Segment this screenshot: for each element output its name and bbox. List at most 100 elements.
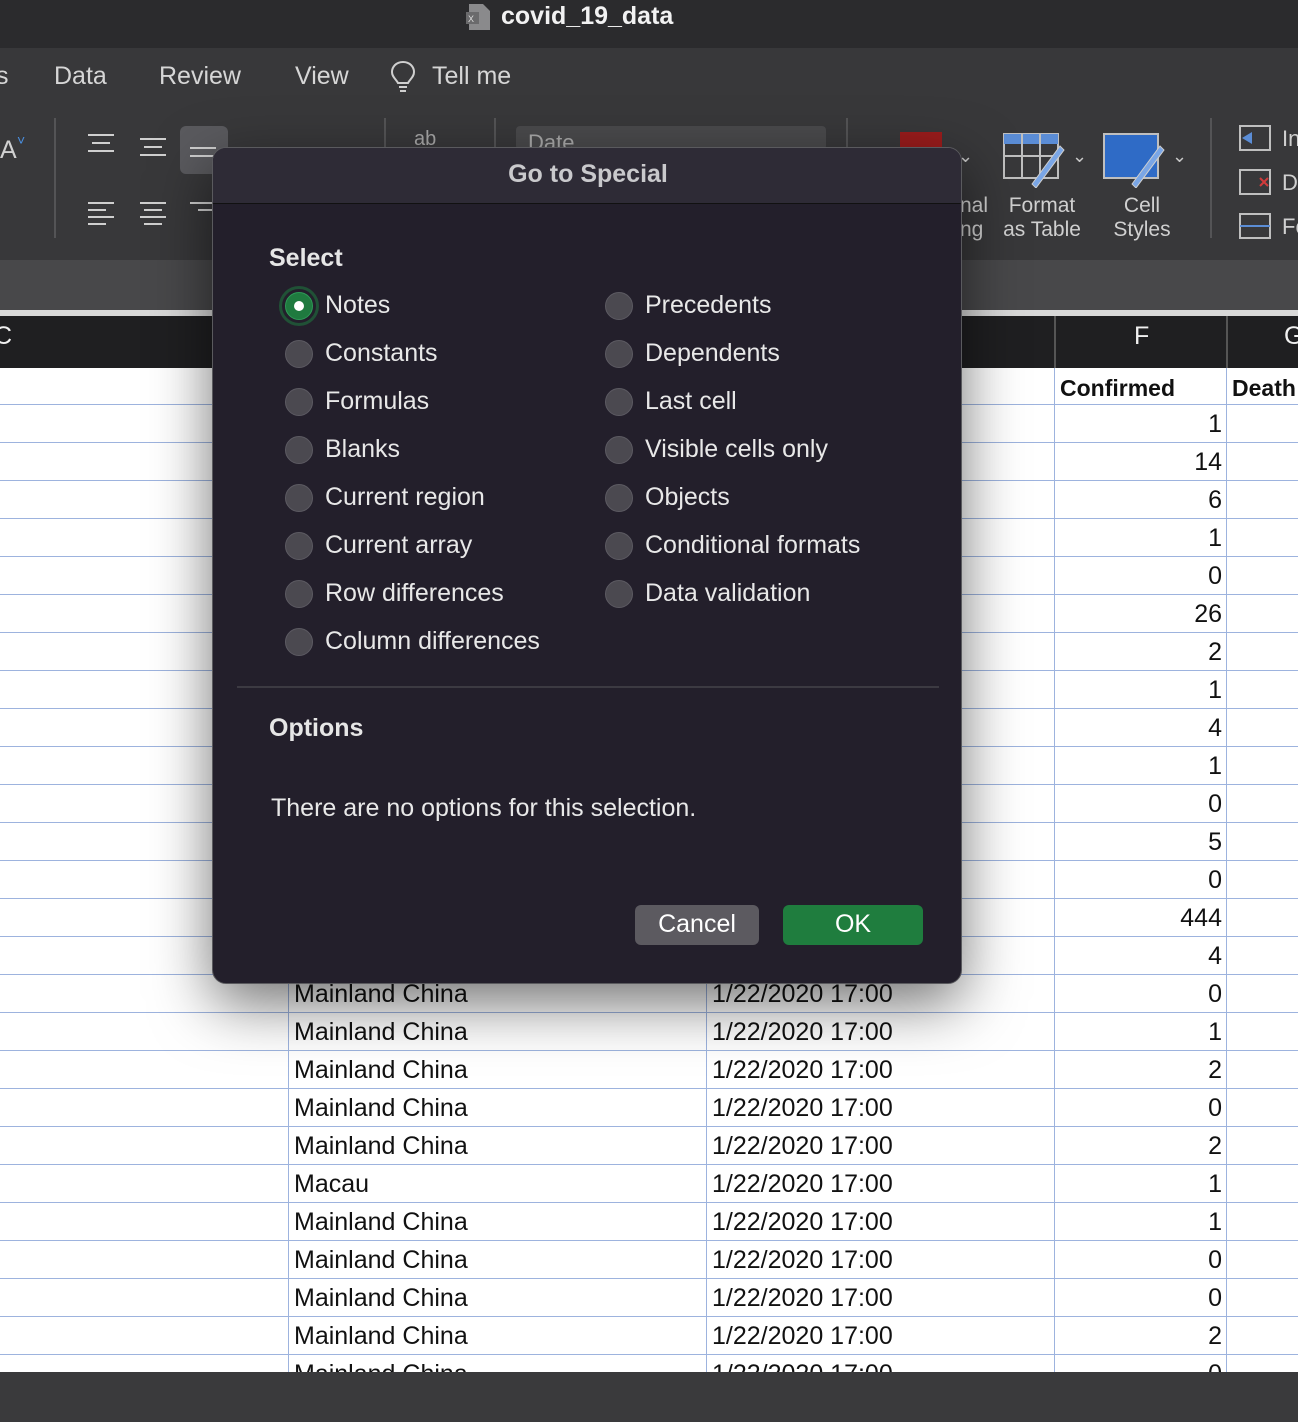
option-label-row-differences[interactable]: Row differences [325,579,504,608]
cell-country[interactable]: Mainland China [294,1208,468,1237]
cell-country[interactable]: Mainland China [294,1284,468,1313]
option-label-visible-cells-only[interactable]: Visible cells only [645,435,828,464]
cell-confirmed[interactable]: 1 [1058,410,1222,439]
option-label-dependents[interactable]: Dependents [645,339,780,368]
cell-styles-icon[interactable] [1102,132,1166,188]
cell-confirmed[interactable]: 2 [1058,638,1222,667]
column-header-g[interactable]: G [1284,322,1298,351]
cell-last-update[interactable]: 1/22/2020 17:00 [712,1132,893,1161]
cell-confirmed[interactable]: 0 [1058,980,1222,1009]
format-as-table-icon[interactable] [1002,132,1066,188]
radio-blanks[interactable] [285,436,313,464]
cell-country[interactable]: Mainland China [294,1094,468,1123]
delete-cells-icon[interactable] [1238,168,1272,196]
radio-current-array[interactable] [285,532,313,560]
cell-confirmed[interactable]: 1 [1058,752,1222,781]
cell-last-update[interactable]: 1/22/2020 17:00 [712,1056,893,1085]
delete-cells-label[interactable]: D [1282,170,1298,196]
cell-confirmed[interactable]: 1 [1058,1170,1222,1199]
tab-partial[interactable]: s [0,62,9,91]
insert-cells-label[interactable]: In [1282,126,1298,152]
column-header-c[interactable]: C [0,322,12,351]
header-confirmed[interactable]: Confirmed [1060,375,1175,402]
cell-confirmed[interactable]: 1 [1058,1208,1222,1237]
cell-country[interactable]: Mainland China [294,1018,468,1047]
option-label-formulas[interactable]: Formulas [325,387,429,416]
ok-button[interactable]: OK [783,905,923,945]
cell-confirmed[interactable]: 0 [1058,866,1222,895]
cell-country[interactable]: Mainland China [294,1132,468,1161]
align-center-icon[interactable] [138,200,168,226]
cell-last-update[interactable]: 1/22/2020 17:00 [712,980,893,1009]
cell-country[interactable]: Mainland China [294,1322,468,1351]
radio-notes[interactable] [285,292,313,320]
option-label-blanks[interactable]: Blanks [325,435,400,464]
option-label-current-array[interactable]: Current array [325,531,472,560]
cell-confirmed[interactable]: 14 [1058,448,1222,477]
tab-view[interactable]: View [295,62,349,91]
cell-last-update[interactable]: 1/22/2020 17:00 [712,1322,893,1351]
option-label-data-validation[interactable]: Data validation [645,579,810,608]
cell-last-update[interactable]: 1/22/2020 17:00 [712,1018,893,1047]
format-cells-label[interactable]: Fo [1282,214,1298,240]
option-label-objects[interactable]: Objects [645,483,730,512]
insert-cells-icon[interactable] [1238,124,1272,152]
cell-confirmed[interactable]: 1 [1058,1018,1222,1047]
cell-last-update[interactable]: 1/22/2020 17:00 [712,1246,893,1275]
cell-confirmed[interactable]: 0 [1058,1246,1222,1275]
cell-country[interactable]: Macau [294,1170,369,1199]
option-label-last-cell[interactable]: Last cell [645,387,737,416]
radio-last-cell[interactable] [605,388,633,416]
cell-confirmed[interactable]: 444 [1058,904,1222,933]
radio-constants[interactable] [285,340,313,368]
cell-confirmed[interactable]: 0 [1058,562,1222,591]
cell-country[interactable]: Mainland China [294,1056,468,1085]
cell-confirmed[interactable]: 4 [1058,942,1222,971]
option-label-precedents[interactable]: Precedents [645,291,771,320]
radio-precedents[interactable] [605,292,633,320]
cell-confirmed[interactable]: 6 [1058,486,1222,515]
tab-data[interactable]: Data [54,62,107,91]
cell-last-update[interactable]: 1/22/2020 17:00 [712,1208,893,1237]
font-size-button[interactable]: A [0,136,17,165]
cell-confirmed[interactable]: 0 [1058,1360,1222,1372]
option-label-conditional-formats[interactable]: Conditional formats [645,531,860,560]
radio-visible-cells-only[interactable] [605,436,633,464]
tab-review[interactable]: Review [159,62,241,91]
cell-country[interactable]: Mainland China [294,980,468,1009]
radio-conditional-formats[interactable] [605,532,633,560]
cell-confirmed[interactable]: 0 [1058,1284,1222,1313]
cell-country[interactable]: Mainland China [294,1360,468,1372]
cell-last-update[interactable]: 1/22/2020 17:00 [712,1170,893,1199]
column-header-f[interactable]: F [1134,322,1149,351]
radio-current-region[interactable] [285,484,313,512]
cell-confirmed[interactable]: 0 [1058,1094,1222,1123]
cell-confirmed[interactable]: 26 [1058,600,1222,629]
cell-confirmed[interactable]: 0 [1058,790,1222,819]
align-left-icon[interactable] [86,200,116,226]
option-label-current-region[interactable]: Current region [325,483,485,512]
format-cells-icon[interactable] [1238,212,1272,240]
radio-column-differences[interactable] [285,628,313,656]
cell-confirmed[interactable]: 2 [1058,1322,1222,1351]
cell-last-update[interactable]: 1/22/2020 17:00 [712,1094,893,1123]
cell-country[interactable]: Mainland China [294,1246,468,1275]
radio-formulas[interactable] [285,388,313,416]
radio-row-differences[interactable] [285,580,313,608]
cell-confirmed[interactable]: 2 [1058,1056,1222,1085]
cell-confirmed[interactable]: 2 [1058,1132,1222,1161]
cell-last-update[interactable]: 1/22/2020 17:00 [712,1360,893,1372]
cell-last-update[interactable]: 1/22/2020 17:00 [712,1284,893,1313]
tell-me-search[interactable]: Tell me [432,62,511,91]
cell-confirmed[interactable]: 1 [1058,524,1222,553]
align-top-icon[interactable] [86,132,116,158]
radio-dependents[interactable] [605,340,633,368]
cell-confirmed[interactable]: 5 [1058,828,1222,857]
option-label-column-differences[interactable]: Column differences [325,627,540,656]
header-deaths[interactable]: Death [1232,375,1296,402]
option-label-notes[interactable]: Notes [325,291,390,320]
radio-objects[interactable] [605,484,633,512]
cell-confirmed[interactable]: 4 [1058,714,1222,743]
option-label-constants[interactable]: Constants [325,339,438,368]
align-middle-icon[interactable] [138,136,168,162]
